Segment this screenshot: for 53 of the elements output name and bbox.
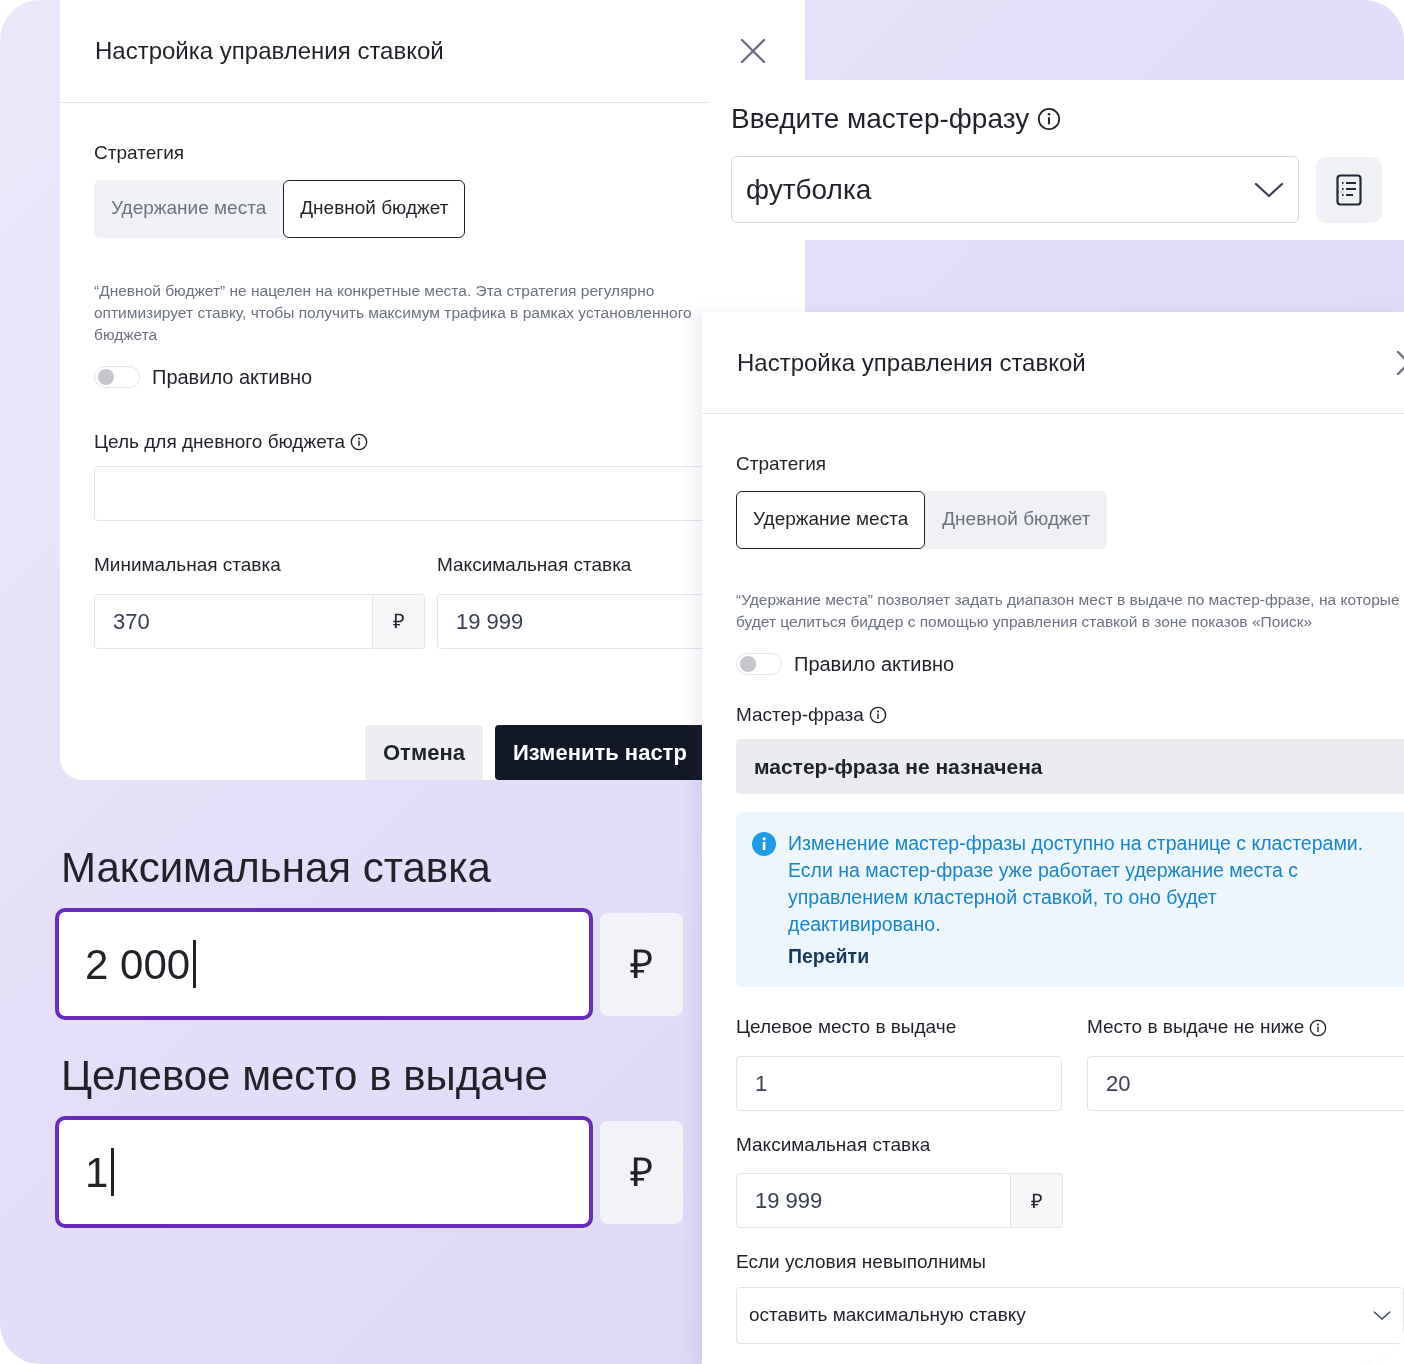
field-label: Место в выдаче не ниже bbox=[1087, 1015, 1305, 1040]
toggle-switch[interactable] bbox=[94, 365, 140, 388]
toggle-label: Правило активно bbox=[794, 651, 955, 677]
apply-button[interactable]: Изменить настр bbox=[494, 724, 705, 780]
field-label: Максимальная ставка bbox=[437, 553, 632, 577]
field-label: Целевое место в выдаче bbox=[61, 1051, 549, 1101]
input-field[interactable]: 19 999 bbox=[736, 1173, 1011, 1229]
toggle-label: Правило активно bbox=[152, 364, 313, 390]
currency-addon: ₽ bbox=[1011, 1173, 1063, 1229]
input-field[interactable]: 20 bbox=[1087, 1055, 1404, 1111]
info-icon bbox=[1309, 1018, 1328, 1037]
field-label: Максимальная ставка bbox=[61, 843, 492, 893]
dialog-title: Настройка управления ставкой bbox=[737, 347, 1086, 378]
currency-addon: ₽ bbox=[600, 912, 683, 1016]
info-icon bbox=[868, 705, 887, 724]
go-link[interactable]: Перейти bbox=[788, 942, 1374, 972]
field-label: Цель для дневного бюджета bbox=[94, 429, 346, 454]
field-label: Стратегия bbox=[94, 141, 185, 165]
dialog-title: Настройка управления ставкой bbox=[95, 36, 444, 66]
strategy-tab[interactable]: Дневной бюджет bbox=[283, 179, 466, 238]
input-field[interactable]: 1 bbox=[55, 1116, 593, 1228]
strategy-tab[interactable]: Дневной бюджет bbox=[925, 490, 1108, 549]
field-label: Целевое место в выдаче bbox=[736, 1015, 957, 1040]
input-field[interactable]: 2 000 bbox=[55, 908, 593, 1020]
toggle-switch[interactable] bbox=[736, 652, 782, 675]
fallback-select[interactable]: оставить максимальную ставку bbox=[736, 1286, 1404, 1344]
chevron-down-icon bbox=[1254, 180, 1284, 199]
input-field[interactable]: 370 bbox=[94, 593, 373, 649]
strategy-tab[interactable]: Удержание места bbox=[736, 490, 926, 549]
strategy-description: “Дневной бюджет” не нацелен на конкретные места. Эта стратегия регулярно оптимизирует ставку, чтобы получить максимум трафика в рамках установленного бюджета bbox=[94, 280, 693, 345]
cancel-button[interactable]: Отмена bbox=[365, 724, 483, 780]
info-icon bbox=[1037, 107, 1062, 131]
field-label: Минимальная ставка bbox=[94, 553, 281, 577]
currency-addon: ₽ bbox=[373, 593, 425, 649]
info-icon bbox=[752, 832, 776, 856]
notice-text: Изменение мастер-фразы доступно на странице с кластерами. Если на мастер-фразе уже работает удержание места с управлением кластерной ставкой, то оно будет деактивировано. bbox=[788, 831, 1365, 937]
currency-addon: ₽ bbox=[600, 1120, 683, 1224]
phrase-dropdown[interactable]: футболка bbox=[731, 156, 1299, 223]
field-label: Максимальная ставка bbox=[736, 1132, 931, 1157]
text-cursor bbox=[111, 1148, 115, 1196]
card-title: Введите мастер-фразу bbox=[731, 102, 1030, 136]
info-icon bbox=[350, 432, 369, 451]
field-label: Мастер-фраза bbox=[736, 702, 864, 727]
field-label: Стратегия bbox=[736, 452, 827, 476]
text-cursor bbox=[193, 940, 197, 988]
list-icon bbox=[1336, 173, 1362, 206]
field-label: Если условия невыполнимы bbox=[736, 1250, 987, 1275]
close-icon[interactable] bbox=[740, 38, 766, 64]
strategy-tab[interactable]: Удержание места bbox=[94, 179, 284, 238]
input-field[interactable]: 1 bbox=[736, 1055, 1062, 1111]
chevron-down-icon bbox=[1373, 1309, 1391, 1321]
list-button[interactable] bbox=[1316, 156, 1382, 223]
strategy-description: “Удержание места” позволяет задать диапазон мест в выдаче по мастер-фразе, на которые будет целиться биддер с помощью управления ставкой в зоне показов «Поиск» bbox=[736, 589, 1401, 632]
